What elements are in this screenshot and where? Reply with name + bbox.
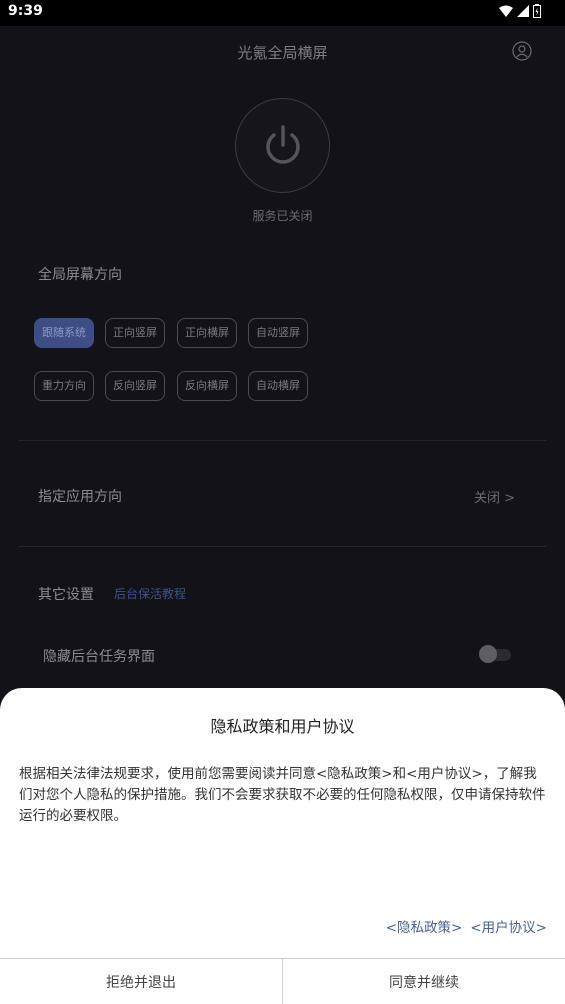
privacy-dialog: 隐私政策和用户协议 根据相关法律法规要求，使用前您需要阅读并同意<隐私政策>和<… bbox=[0, 688, 565, 1004]
keep-alive-tutorial-link[interactable]: 后台保活教程 bbox=[114, 585, 186, 602]
dialog-buttons: 拒绝并退出 同意并继续 bbox=[0, 958, 565, 1004]
divider bbox=[18, 546, 546, 547]
decline-button[interactable]: 拒绝并退出 bbox=[0, 959, 283, 1004]
app-orientation-value[interactable]: 关闭 > bbox=[474, 487, 515, 506]
divider bbox=[18, 440, 546, 441]
chip-gravity[interactable]: 重力方向 bbox=[34, 371, 94, 401]
power-button[interactable] bbox=[235, 98, 330, 193]
profile-icon[interactable] bbox=[512, 41, 532, 61]
other-settings-label: 其它设置 bbox=[38, 587, 94, 603]
chip-reverse-landscape[interactable]: 反向横屏 bbox=[177, 371, 237, 401]
service-status: 服务已关闭 bbox=[252, 209, 313, 223]
chip-auto-portrait[interactable]: 自动竖屏 bbox=[248, 318, 308, 348]
battery-icon bbox=[533, 4, 541, 18]
accept-button[interactable]: 同意并继续 bbox=[283, 959, 565, 1004]
status-time: 9:39 bbox=[8, 3, 43, 19]
chip-reverse-portrait[interactable]: 反向竖屏 bbox=[105, 371, 165, 401]
privacy-policy-link[interactable]: <隐私政策> bbox=[386, 916, 463, 936]
chip-follow-system[interactable]: 跟随系统 bbox=[34, 318, 94, 348]
app-orientation-label[interactable]: 指定应用方向 bbox=[38, 486, 122, 506]
wifi-icon bbox=[499, 5, 513, 17]
dialog-links: <隐私政策> <用户协议> bbox=[386, 916, 547, 936]
chip-landscape[interactable]: 正向横屏 bbox=[177, 318, 237, 348]
chip-auto-landscape[interactable]: 自动横屏 bbox=[248, 371, 308, 401]
dialog-title: 隐私政策和用户协议 bbox=[210, 717, 355, 736]
app-title: 光氪全局横屏 bbox=[237, 44, 328, 62]
dialog-body: 根据相关法律法规要求，使用前您需要阅读并同意<隐私政策>和<用户协议>，了解我们… bbox=[19, 766, 546, 824]
signal-icon bbox=[517, 5, 529, 17]
orientation-section-title: 全局屏幕方向 bbox=[38, 267, 122, 283]
power-icon bbox=[265, 124, 300, 164]
hide-task-toggle[interactable] bbox=[479, 645, 511, 663]
toggle-knob bbox=[479, 645, 497, 663]
chip-portrait[interactable]: 正向竖屏 bbox=[105, 318, 165, 348]
hide-task-label: 隐藏后台任务界面 bbox=[43, 649, 155, 665]
user-agreement-link[interactable]: <用户协议> bbox=[470, 916, 547, 936]
status-icons bbox=[499, 4, 541, 18]
status-bar: 9:39 bbox=[0, 0, 565, 26]
